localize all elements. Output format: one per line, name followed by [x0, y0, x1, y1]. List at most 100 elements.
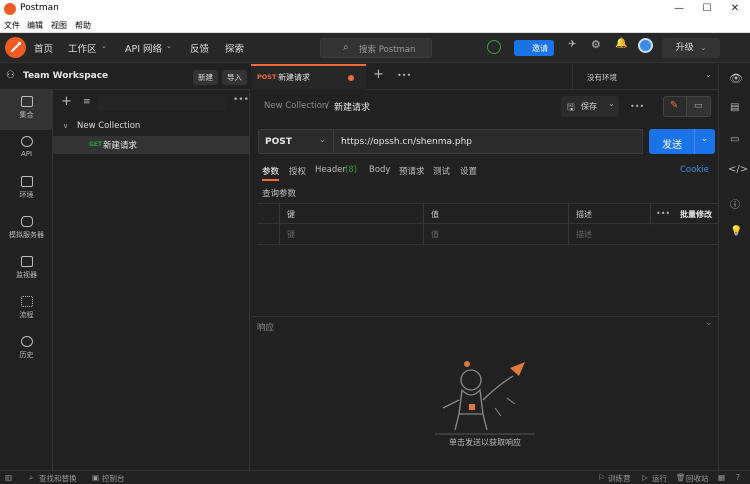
- console-button[interactable]: 控制台: [102, 473, 125, 484]
- menu-file[interactable]: 文件: [4, 20, 20, 31]
- tab-headers[interactable]: Header: [315, 165, 346, 175]
- environment-selector[interactable]: 没有环境 ⌄: [572, 64, 718, 90]
- request-options-icon[interactable]: •••: [630, 102, 644, 111]
- add-user-icon: 👤: [519, 42, 529, 51]
- info-icon[interactable]: ⓘ: [730, 196, 740, 211]
- send-button[interactable]: 发送 ⌄: [649, 129, 715, 154]
- search-input[interactable]: ⌕ 搜索 Postman: [320, 38, 432, 58]
- documentation-icon[interactable]: ▤: [730, 102, 739, 113]
- send-divider: [694, 129, 695, 154]
- active-request-tab[interactable]: POST 新建请求: [251, 64, 366, 90]
- cookies-link[interactable]: Cookie: [680, 165, 709, 175]
- chevron-down-icon[interactable]: ∨: [63, 122, 68, 130]
- nav-workspaces[interactable]: 工作区: [68, 41, 97, 55]
- tab-settings[interactable]: 设置: [460, 165, 477, 177]
- more-options-icon[interactable]: •••: [233, 95, 249, 105]
- minimize-button[interactable]: —: [665, 0, 693, 18]
- layout-icon[interactable]: ▦: [718, 473, 725, 482]
- rail-item-history[interactable]: 历史: [0, 330, 53, 370]
- left-rail: 集合 API 环境 模拟服务器 监视器 流程 历史: [0, 90, 53, 470]
- upgrade-button[interactable]: 升级 ⌄: [662, 38, 720, 58]
- comments-icon[interactable]: ▭: [730, 134, 739, 145]
- rail-item-monitors[interactable]: 监视器: [0, 250, 53, 290]
- code-icon[interactable]: </>: [728, 164, 748, 175]
- status-bar: ▥ ⌕ 查找和替换 ▣ 控制台 ⚐ 训练营 ▷ 运行 🗑 回收站 ▦ ?: [0, 470, 750, 484]
- rail-item-mock-servers[interactable]: 模拟服务器: [0, 210, 53, 250]
- param-value-input[interactable]: 值: [431, 229, 439, 240]
- astronaut-illustration-icon: [435, 361, 535, 435]
- column-divider: [568, 204, 569, 225]
- tab-options-icon[interactable]: •••: [397, 71, 411, 80]
- import-button[interactable]: 导入: [222, 70, 247, 85]
- close-button[interactable]: ✕: [721, 0, 749, 18]
- rail-label: 环境: [19, 191, 34, 199]
- new-button[interactable]: 新建: [193, 70, 218, 85]
- rail-item-api[interactable]: API: [0, 130, 53, 170]
- runner-button[interactable]: 运行: [652, 473, 667, 484]
- bootcamp-button[interactable]: 训练营: [608, 473, 631, 484]
- find-replace-button[interactable]: 查找和替换: [39, 473, 77, 484]
- response-title: 响应: [257, 323, 275, 333]
- menu-help[interactable]: 帮助: [75, 20, 91, 31]
- tab-authorization[interactable]: 授权: [289, 165, 306, 177]
- rail-item-collections[interactable]: 集合: [0, 90, 53, 130]
- runner-icon: ▷: [642, 473, 648, 482]
- bulk-edit-link[interactable]: 批量修改: [680, 209, 712, 220]
- param-key-input[interactable]: 键: [287, 229, 295, 240]
- tab-title: 新建请求: [278, 73, 310, 82]
- settings-gear-icon[interactable]: ⚙: [591, 38, 601, 51]
- postman-home-logo-icon[interactable]: [5, 37, 26, 58]
- tab-params[interactable]: 参数: [262, 165, 279, 177]
- chevron-down-icon[interactable]: ⌄: [701, 134, 708, 143]
- save-button[interactable]: 🖫 保存 ⌄: [561, 96, 619, 117]
- satellite-icon[interactable]: ✈: [568, 39, 576, 50]
- tab-tests[interactable]: 测试: [433, 165, 450, 177]
- help-icon[interactable]: ?: [736, 473, 740, 482]
- response-divider[interactable]: [251, 316, 718, 317]
- breadcrumb-collection[interactable]: New Collection: [264, 101, 327, 111]
- column-divider: [568, 224, 569, 245]
- method-select[interactable]: POST ⌄: [258, 129, 334, 154]
- rail-item-environments[interactable]: 环境: [0, 170, 53, 210]
- nav-home[interactable]: 首页: [34, 41, 53, 55]
- toggle-sidebar-icon[interactable]: ▥: [5, 473, 12, 482]
- edit-mode-button[interactable]: ✎: [663, 96, 687, 117]
- tree-request-item[interactable]: GET 新建请求: [53, 136, 249, 154]
- tab-pre-request[interactable]: 预请求: [399, 165, 425, 177]
- sync-status-icon[interactable]: [487, 40, 501, 54]
- workspace-name[interactable]: Team Workspace: [23, 71, 108, 81]
- collections-search-input[interactable]: [97, 95, 227, 110]
- environment-label: 没有环境: [587, 73, 617, 82]
- menu-view[interactable]: 视图: [51, 20, 67, 31]
- menu-edit[interactable]: 编辑: [27, 20, 43, 31]
- notifications-bell-icon[interactable]: 🔔: [615, 38, 627, 49]
- breadcrumb-request[interactable]: 新建请求: [334, 100, 370, 113]
- chevron-down-icon: ⌄: [101, 42, 107, 50]
- nav-feedback[interactable]: 反馈: [190, 41, 209, 55]
- send-label: 发送: [662, 140, 682, 151]
- maximize-button[interactable]: ☐: [693, 0, 721, 18]
- new-tab-button[interactable]: +: [373, 67, 384, 82]
- upgrade-label: 升级: [675, 43, 694, 53]
- chevron-down-icon[interactable]: ⌄: [705, 318, 713, 328]
- nav-explore[interactable]: 探索: [225, 41, 244, 55]
- tab-body[interactable]: Body: [369, 165, 390, 175]
- param-description-input[interactable]: 描述: [576, 229, 592, 240]
- chevron-down-icon: ⌄: [608, 99, 615, 108]
- avatar[interactable]: [638, 38, 653, 53]
- comment-button[interactable]: ▭: [687, 96, 711, 117]
- add-collection-icon[interactable]: +: [61, 94, 72, 109]
- unsaved-dot-icon[interactable]: [348, 75, 354, 81]
- rail-item-flows[interactable]: 流程: [0, 290, 53, 330]
- collection-name[interactable]: New Collection: [77, 121, 140, 131]
- url-input[interactable]: https://opssh.cn/shenma.php: [334, 129, 643, 154]
- nav-api-network[interactable]: API 网络: [125, 41, 162, 55]
- trash-button[interactable]: 回收站: [686, 473, 709, 484]
- lightbulb-icon[interactable]: 💡: [730, 226, 742, 237]
- filter-icon[interactable]: ≡: [83, 97, 91, 107]
- invite-button[interactable]: 👤 邀请: [514, 40, 554, 56]
- column-options-icon[interactable]: •••: [656, 209, 670, 218]
- chevron-down-icon: ⌄: [319, 135, 326, 144]
- invite-label: 邀请: [532, 44, 548, 53]
- eye-icon[interactable]: 👁: [729, 72, 743, 85]
